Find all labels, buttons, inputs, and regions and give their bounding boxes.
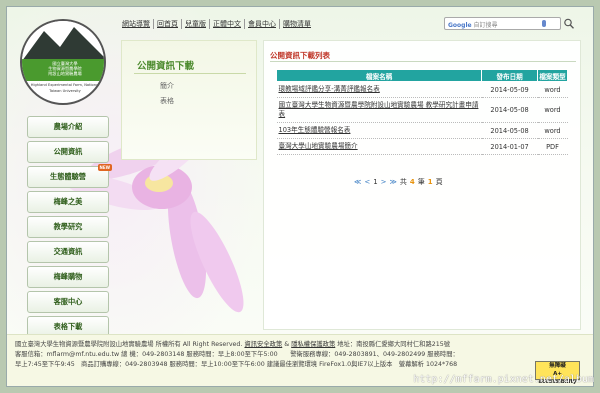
nav-item-service[interactable]: 客服中心	[27, 291, 109, 313]
search-input[interactable]: Google 自訂搜尋	[444, 17, 561, 30]
file-link[interactable]: 環教場域評鑑分享-溝菁評鑑報名表	[276, 81, 482, 98]
current-page[interactable]: 1	[373, 178, 377, 186]
file-date: 2014-01-07	[481, 138, 538, 155]
table-header-row: 檔案名稱 發布日期 檔案類型	[275, 69, 568, 82]
toplink-home[interactable]: 回首頁	[154, 19, 182, 29]
prev-page-button[interactable]: <	[364, 178, 370, 186]
submenu-intro[interactable]: 簡介	[160, 81, 174, 91]
file-date: 2014-05-08	[481, 97, 538, 123]
divider	[134, 73, 246, 74]
column-header-date: 發布日期	[481, 69, 539, 82]
new-badge: NEW	[97, 164, 112, 171]
table-row: 103年生態體驗營報名表 2014-05-08 word	[276, 122, 568, 139]
nav-item-shopping[interactable]: 梅峰購物	[27, 266, 109, 288]
file-type: PDF	[537, 138, 568, 155]
file-link[interactable]: 臺灣大學山地實驗農場簡介	[276, 138, 482, 155]
download-panel-title: 公開資訊下載	[137, 61, 195, 72]
next-page-button[interactable]: >	[381, 178, 387, 186]
toplink-member[interactable]: 會員中心	[245, 19, 280, 29]
page-frame: 國立臺灣大學 生物資源暨農學院 附設山地實驗農場 Highland Experi…	[6, 6, 594, 387]
last-page-button[interactable]: ≫	[390, 178, 397, 186]
table-row: 國立臺灣大學生物資源暨農學院附設山地實驗農場 教學研究計畫申請表 2014-05…	[276, 97, 568, 123]
logo-line5: Taiwan University	[49, 89, 81, 93]
total-pages: 1	[427, 178, 433, 186]
total-mid: 筆	[417, 178, 425, 186]
toplink-cart[interactable]: 購物清單	[280, 19, 314, 29]
mountain-logo-icon	[22, 21, 104, 61]
search-brand: Google	[448, 22, 472, 29]
file-date: 2014-05-09	[481, 81, 538, 98]
nav-item-research[interactable]: 教學研究	[27, 216, 109, 238]
total-prefix: 共	[399, 178, 407, 186]
download-table: 檔案名稱 發布日期 檔案類型 環教場域評鑑分享-溝菁評鑑報名表 2014-05-…	[275, 69, 568, 155]
nav-item-farm-intro[interactable]: 農場介紹	[27, 116, 109, 138]
footer-line1: 國立臺灣大學生物資源暨農學院附設山地實驗農場 所權所有 All Right Re…	[15, 341, 451, 348]
toplink-sitemap[interactable]: 網站導覽	[119, 19, 154, 29]
side-nav: 農場介紹 公開資訊 生態體驗營 NEW 梅峰之美 教學研究 交通資訊 梅峰購物 客…	[27, 116, 112, 341]
column-header-type: 檔案類型	[537, 69, 568, 82]
page-title: 公開資訊下載列表	[270, 51, 330, 60]
file-type: word	[537, 97, 568, 123]
file-type: word	[537, 122, 568, 139]
first-page-button[interactable]: ≪	[354, 178, 361, 186]
table-row: 臺灣大學山地實驗農場簡介 2014-01-07 PDF	[276, 138, 568, 155]
security-policy-link[interactable]: 資訊安全政策	[244, 341, 282, 348]
toplink-kids[interactable]: 兒童版	[182, 19, 210, 29]
table-row: 環教場域評鑑分享-溝菁評鑑報名表 2014-05-09 word	[276, 81, 568, 98]
download-panel: 公開資訊下載 簡介 表格	[121, 40, 257, 160]
site-logo[interactable]: 國立臺灣大學 生物資源暨農學院 附設山地實驗農場 Highland Experi…	[20, 19, 106, 105]
logo-line4: Highland Experimental Farm, National	[30, 83, 100, 87]
nav-item-beauty[interactable]: 梅峰之美	[27, 191, 109, 213]
file-link[interactable]: 103年生態體驗營報名表	[276, 122, 482, 139]
file-link[interactable]: 國立臺灣大學生物資源暨農學院附設山地實驗農場 教學研究計畫申請表	[276, 97, 482, 123]
privacy-policy-link[interactable]: 隱私權保護政策	[291, 341, 335, 348]
nav-item-eco-camp[interactable]: 生態體驗營 NEW	[27, 164, 112, 188]
toplink-chinese[interactable]: 正體中文	[210, 19, 245, 29]
divider	[270, 61, 576, 62]
column-header-name: 檔案名稱	[275, 69, 483, 82]
submenu-forms[interactable]: 表格	[160, 96, 174, 106]
total-count: 4	[409, 178, 415, 186]
search-icon[interactable]	[563, 17, 575, 30]
logo-line3: 附設山地實驗農場	[48, 71, 82, 76]
file-date: 2014-05-08	[481, 122, 538, 139]
total-suffix: 頁	[435, 178, 443, 186]
watermark-url: http://mffarm.pixnet.net/album	[413, 374, 594, 385]
microphone-icon[interactable]	[542, 20, 546, 27]
search-placeholder: 自訂搜尋	[473, 22, 498, 29]
top-links: 網站導覽 回首頁 兒童版 正體中文 會員中心 購物清單	[119, 19, 314, 29]
nav-item-public-info[interactable]: 公開資訊	[27, 141, 109, 163]
pagination: ≪ < 1 > ≫ 共 4 筆 1 頁	[354, 177, 443, 187]
file-type: word	[537, 81, 568, 98]
nav-item-traffic[interactable]: 交通資訊	[27, 241, 109, 263]
footer-line3: 早上7:45至下午9:45 商品訂購專線：049-2803948 服務時間：早上…	[15, 361, 458, 368]
footer-line2: 客服信箱：mflarm@mf.ntu.edu.tw 總 機：049-280314…	[15, 351, 459, 358]
main-content: 公開資訊下載列表 檔案名稱 發布日期 檔案類型 環教場域評鑑分享-溝菁評鑑報名表…	[263, 40, 581, 330]
